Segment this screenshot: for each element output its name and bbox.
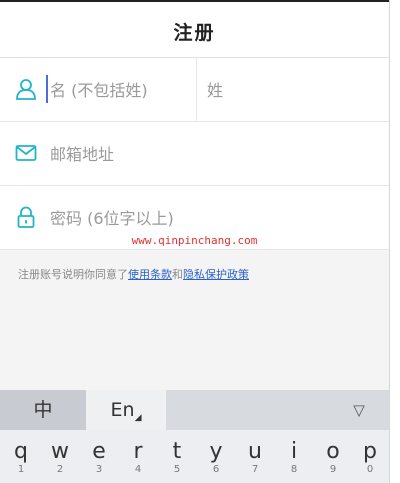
terms-notice: 注册账号说明你同意了使用条款和隐私保护政策 bbox=[18, 266, 249, 282]
key-number: 5 bbox=[173, 464, 181, 475]
key-y[interactable]: y6 bbox=[197, 430, 235, 483]
key-u[interactable]: u7 bbox=[236, 430, 274, 483]
terms-of-use-link[interactable]: 使用条款 bbox=[128, 268, 172, 281]
email-row[interactable]: 邮箱地址 bbox=[0, 122, 389, 186]
password-input[interactable]: 密码 (6位字以上) bbox=[50, 205, 174, 229]
screen-edge bbox=[389, 0, 400, 483]
chinese-input-key[interactable]: 中 bbox=[0, 390, 86, 430]
key-o[interactable]: o9 bbox=[314, 430, 352, 483]
last-name-input[interactable]: 姓 bbox=[207, 77, 223, 101]
lock-icon bbox=[17, 206, 35, 228]
first-name-input[interactable]: 名 (不包括姓) bbox=[50, 77, 148, 101]
key-t[interactable]: t5 bbox=[158, 430, 196, 483]
key-w[interactable]: w2 bbox=[41, 430, 79, 483]
field-divider bbox=[196, 58, 197, 121]
text-cursor bbox=[46, 75, 48, 103]
key-number: 8 bbox=[290, 464, 298, 475]
page-title: 注册 bbox=[173, 22, 216, 44]
key-number: 3 bbox=[95, 464, 103, 475]
key-number: 2 bbox=[56, 464, 64, 475]
key-letter: t bbox=[172, 439, 182, 464]
hide-keyboard-icon[interactable]: ▽ bbox=[329, 390, 389, 430]
header: 注册 bbox=[0, 0, 389, 58]
key-letter: e bbox=[92, 439, 106, 464]
mail-icon bbox=[15, 145, 37, 161]
name-row: 名 (不包括姓) 姓 bbox=[0, 58, 389, 122]
key-number: 7 bbox=[251, 464, 259, 475]
key-q[interactable]: q1 bbox=[2, 430, 40, 483]
privacy-policy-link[interactable]: 隐私保护政策 bbox=[183, 268, 249, 281]
key-letter: o bbox=[326, 439, 340, 464]
keyboard-letter-row: q1 w2 e3 r4 t5 y6 u7 i8 o9 p0 bbox=[0, 430, 389, 483]
corner-mark-icon: ◢ bbox=[134, 413, 142, 423]
user-icon bbox=[16, 79, 36, 100]
key-letter: y bbox=[209, 439, 223, 464]
key-number: 4 bbox=[134, 464, 142, 475]
key-i[interactable]: i8 bbox=[275, 430, 313, 483]
english-input-key[interactable]: En◢ bbox=[86, 390, 166, 430]
english-input-label: En bbox=[110, 399, 135, 421]
key-letter: q bbox=[14, 439, 28, 464]
key-letter: w bbox=[51, 439, 69, 464]
key-number: 0 bbox=[366, 464, 374, 475]
key-r[interactable]: r4 bbox=[119, 430, 157, 483]
email-input[interactable]: 邮箱地址 bbox=[50, 141, 114, 165]
key-letter: i bbox=[290, 439, 298, 464]
key-letter: r bbox=[133, 439, 143, 464]
key-e[interactable]: e3 bbox=[80, 430, 118, 483]
registration-screen: 注册 名 (不包括姓) 姓 邮箱地址 密码 (6位字以上) www.qinpin… bbox=[0, 0, 389, 483]
key-letter: p bbox=[363, 439, 377, 464]
terms-prefix: 注册账号说明你同意了 bbox=[18, 268, 128, 281]
key-number: 1 bbox=[17, 464, 25, 475]
keyboard-toolbar: 中 En◢ ▽ bbox=[0, 390, 389, 430]
key-letter: u bbox=[248, 439, 262, 464]
key-number: 9 bbox=[329, 464, 337, 475]
key-p[interactable]: p0 bbox=[351, 430, 389, 483]
watermark-text: www.qinpinchang.com bbox=[131, 234, 258, 247]
key-number: 6 bbox=[212, 464, 220, 475]
terms-joiner: 和 bbox=[172, 268, 183, 281]
